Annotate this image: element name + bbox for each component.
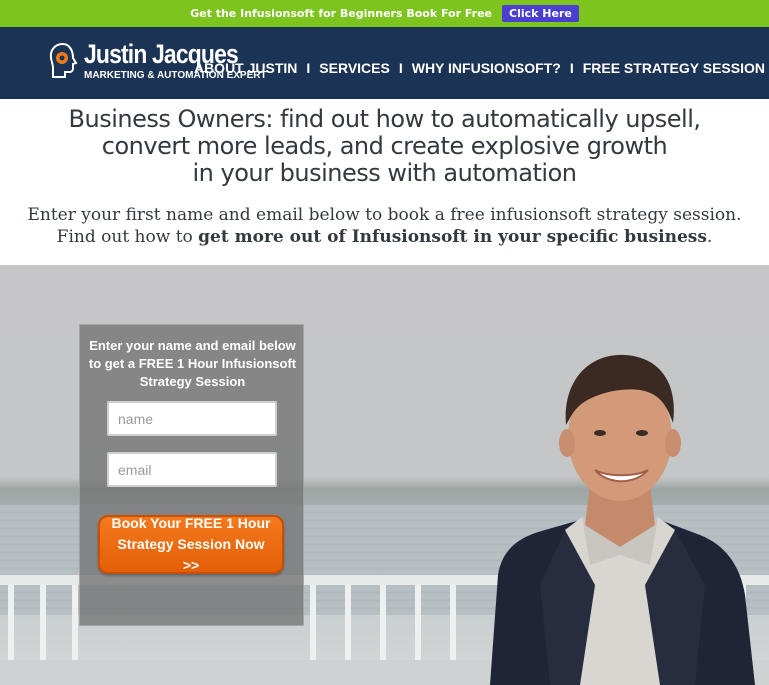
- main-nav: ABOUT JUSTIN I SERVICES I WHY INFUSIONSO…: [194, 60, 765, 76]
- nav-separator: I: [306, 60, 311, 76]
- signup-form: Enter your name and email below to get a…: [79, 324, 304, 626]
- subtext-line-1: Enter your first name and email below to…: [27, 205, 742, 225]
- book-session-button[interactable]: Book Your FREE 1 Hour Strategy Session N…: [98, 515, 284, 574]
- hero-headline: Business Owners: find out how to automat…: [0, 106, 769, 187]
- site-header: Justin Jacques MARKETING & AUTOMATION EX…: [0, 27, 769, 99]
- subtext-prefix: Find out how to: [56, 227, 199, 247]
- subtext-suffix: .: [706, 227, 713, 247]
- promo-click-here-button[interactable]: Click Here: [502, 5, 579, 22]
- nav-free-strategy-session[interactable]: FREE STRATEGY SESSION: [583, 60, 765, 76]
- name-input[interactable]: [107, 401, 277, 436]
- headline-line: convert more leads, and create explosive…: [101, 132, 668, 160]
- head-gear-icon: [49, 42, 78, 78]
- form-title: Enter your name and email below to get a…: [88, 338, 297, 389]
- nav-about-justin[interactable]: ABOUT JUSTIN: [194, 60, 297, 76]
- nav-why-infusionsoft[interactable]: WHY INFUSIONSOFT?: [412, 60, 561, 76]
- hero-subtext: Enter your first name and email below to…: [0, 204, 769, 248]
- nav-separator: I: [398, 60, 403, 76]
- promo-text: Get the Infusionsoft for Beginners Book …: [190, 7, 493, 20]
- portrait-photo: [490, 354, 755, 685]
- subtext-line-2: Find out how to get more out of Infusion…: [0, 226, 769, 248]
- nav-services[interactable]: SERVICES: [319, 60, 390, 76]
- subtext-bold: get more out of Infusionsoft in your spe…: [198, 227, 707, 247]
- email-input[interactable]: [107, 452, 277, 487]
- nav-separator: I: [569, 60, 574, 76]
- promo-bar: Get the Infusionsoft for Beginners Book …: [0, 0, 769, 27]
- headline-line: Business Owners: find out how to automat…: [68, 105, 701, 133]
- headline-line: in your business with automation: [192, 159, 577, 187]
